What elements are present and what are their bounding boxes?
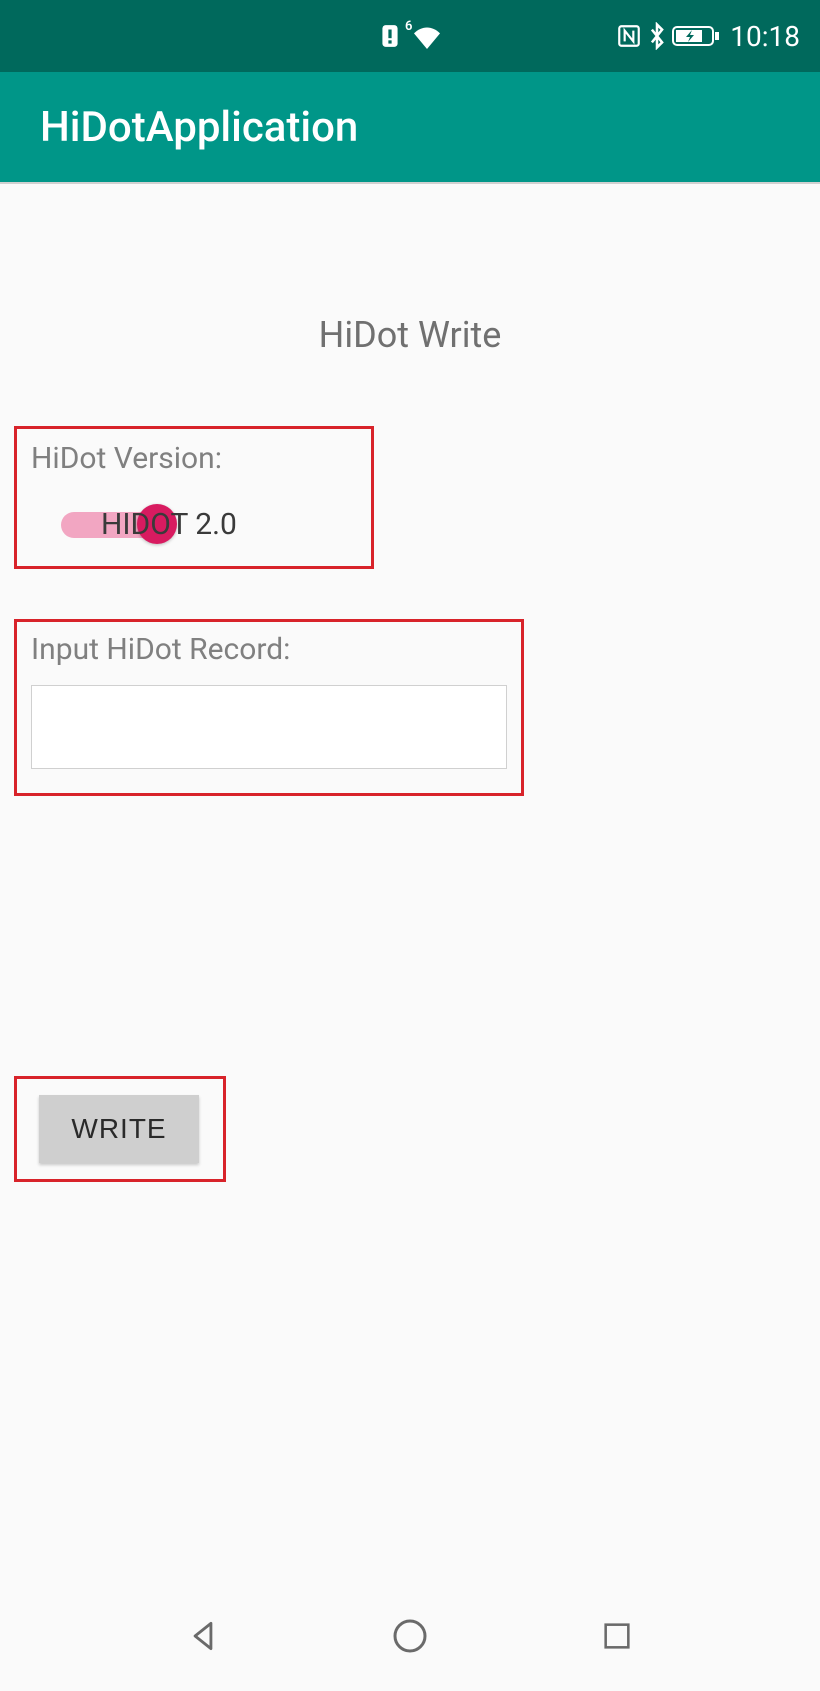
back-button[interactable] — [180, 1613, 226, 1659]
version-label: HiDot Version: — [31, 441, 357, 476]
recent-button[interactable] — [594, 1613, 640, 1659]
battery-icon — [672, 24, 720, 48]
home-button[interactable] — [387, 1613, 433, 1659]
status-time: 10:18 — [730, 20, 800, 53]
status-right: 10:18 — [616, 20, 800, 53]
content: HiDot Write HiDot Version: HIDOT 2.0 Inp… — [0, 184, 820, 1182]
record-section: Input HiDot Record: — [14, 619, 524, 796]
app-title: HiDotApplication — [40, 103, 358, 152]
write-section: WRITE — [14, 1076, 226, 1182]
nav-bar — [0, 1581, 820, 1691]
status-center: 6 — [377, 23, 443, 49]
app-bar: HiDotApplication — [0, 72, 820, 184]
nfc-icon — [616, 23, 642, 49]
page-title: HiDot Write — [0, 184, 820, 426]
wifi-icon: 6 — [411, 23, 443, 49]
alert-icon — [377, 23, 403, 49]
status-bar: 6 10:18 — [0, 0, 820, 72]
record-label: Input HiDot Record: — [31, 632, 507, 667]
record-input[interactable] — [31, 685, 507, 769]
version-value: HIDOT 2.0 — [101, 507, 237, 542]
write-button[interactable]: WRITE — [39, 1095, 199, 1163]
wifi-badge: 6 — [405, 19, 412, 34]
version-switch-row: HIDOT 2.0 — [31, 506, 357, 542]
bluetooth-icon — [648, 22, 666, 50]
version-section: HiDot Version: HIDOT 2.0 — [14, 426, 374, 569]
